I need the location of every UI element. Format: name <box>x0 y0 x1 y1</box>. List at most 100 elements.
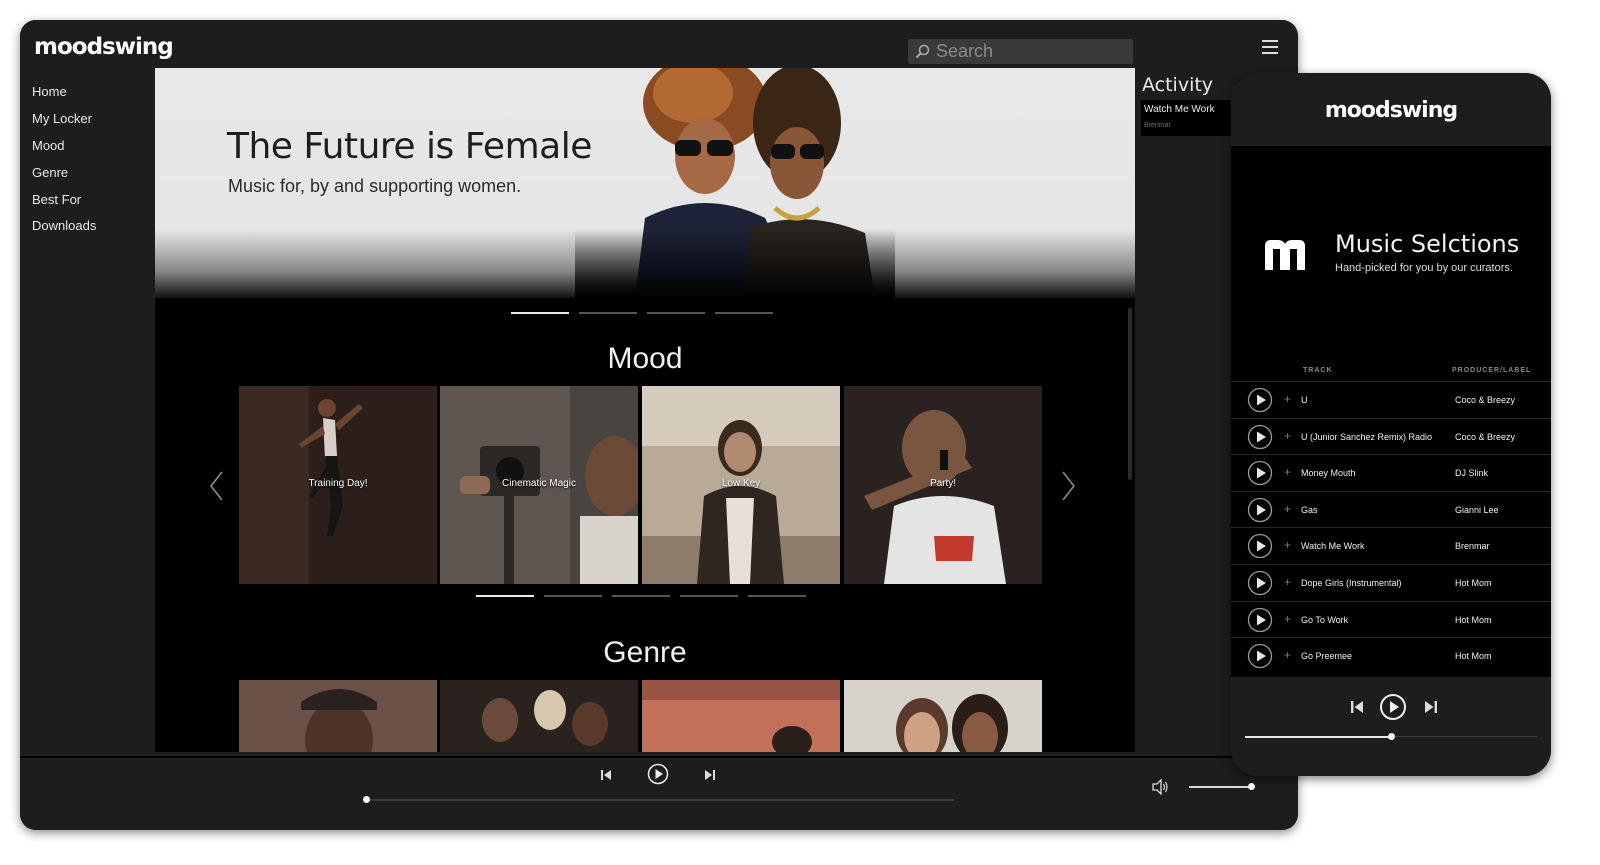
sidebar-item-best-for[interactable]: Best For <box>32 192 81 207</box>
play-track-icon[interactable] <box>1247 387 1273 413</box>
activity-item[interactable]: Watch Me Work Brenmar <box>1141 100 1235 136</box>
track-row[interactable]: + Dope Girls (Instrumental) Hot Mom <box>1231 564 1551 600</box>
track-name: Gas <box>1301 504 1318 515</box>
genre-tile-image <box>844 680 1042 752</box>
play-button-icon[interactable] <box>1379 693 1407 721</box>
add-track-icon[interactable]: + <box>1284 648 1291 662</box>
track-producer-label: Coco & Breezy <box>1455 431 1516 442</box>
track-name: Dope Girls (Instrumental) <box>1301 578 1402 588</box>
track-row[interactable]: + U (Junior Sanchez Remix) Radio Coco & Br… <box>1231 417 1551 454</box>
add-track-icon[interactable]: + <box>1284 429 1291 443</box>
mobile-logo[interactable]: moodswing <box>1231 98 1551 123</box>
play-button-icon[interactable] <box>647 763 669 785</box>
sidebar: Home My Locker Mood Genre Best For Downl… <box>20 68 155 752</box>
track-producer-label: Hot Mom <box>1455 651 1492 662</box>
track-name: Money Mouth <box>1301 468 1356 479</box>
mood-carousel-dot[interactable] <box>544 595 602 597</box>
add-track-icon[interactable]: + <box>1284 538 1291 552</box>
hero-carousel-dot[interactable] <box>647 312 705 314</box>
volume-icon[interactable] <box>1151 779 1169 795</box>
volume-slider[interactable] <box>1189 786 1251 788</box>
column-header-producer-label: PRODUCER/LABEL <box>1452 367 1532 374</box>
play-track-icon[interactable] <box>1247 424 1273 450</box>
previous-track-icon[interactable] <box>1350 700 1364 714</box>
play-track-icon[interactable] <box>1247 643 1273 669</box>
track-progress-handle[interactable] <box>363 796 370 803</box>
track-producer-label: DJ Slink <box>1455 468 1489 479</box>
track-producer-label: Hot Mom <box>1455 614 1492 625</box>
hero-photo <box>575 68 895 298</box>
track-row[interactable]: + Watch Me Work Brenmar <box>1231 527 1551 563</box>
sidebar-item-downloads[interactable]: Downloads <box>32 218 96 233</box>
menu-icon-line <box>1262 52 1278 54</box>
track-row[interactable]: + Go Preemee Hot Mom <box>1231 637 1551 673</box>
mood-tile-label: Training Day! <box>308 478 368 489</box>
column-header-track: TRACK <box>1303 367 1333 374</box>
add-track-icon[interactable]: + <box>1284 502 1291 516</box>
activity-track-name: Watch Me Work <box>1144 104 1215 115</box>
track-row[interactable]: + Go To Work Hot Mom <box>1231 600 1551 637</box>
track-name: Watch Me Work <box>1301 541 1365 552</box>
genre-tile[interactable] <box>642 680 840 752</box>
menu-icon[interactable] <box>1262 40 1280 56</box>
next-track-icon[interactable] <box>704 769 716 781</box>
genre-tile-image <box>239 680 437 752</box>
sidebar-item-genre[interactable]: Genre <box>32 165 68 180</box>
genre-section-title: Genre <box>603 636 687 669</box>
add-track-icon[interactable]: + <box>1284 465 1291 479</box>
hero-carousel-dot[interactable] <box>511 312 569 314</box>
mood-carousel-dot[interactable] <box>612 595 670 597</box>
sidebar-item-home[interactable]: Home <box>32 84 67 99</box>
add-track-icon[interactable]: + <box>1284 612 1291 626</box>
volume-slider-handle[interactable] <box>1248 783 1255 790</box>
genre-tile[interactable] <box>844 680 1042 752</box>
top-bar: moodswing <box>20 20 1298 68</box>
track-progress-bar[interactable] <box>366 799 954 801</box>
mood-section-title: Mood <box>607 342 683 375</box>
track-row[interactable]: + Gas Gianni Lee <box>1231 490 1551 527</box>
player-bar <box>20 756 1298 830</box>
hero-banner[interactable]: The Future is Female Music for, by and s… <box>155 68 1135 298</box>
search-icon <box>915 44 930 59</box>
hero-carousel-dot[interactable] <box>715 312 773 314</box>
add-track-icon[interactable]: + <box>1284 575 1291 589</box>
mood-carousel-dot[interactable] <box>476 595 534 597</box>
mood-tile-low-key[interactable]: Low Key <box>642 386 840 584</box>
track-row[interactable]: + Money Mouth DJ Slink <box>1231 454 1551 490</box>
genre-tile[interactable] <box>440 680 638 752</box>
moodswing-m-logo-icon <box>1265 240 1305 270</box>
selections-subtitle: Hand-picked for you by our curators. <box>1335 262 1513 274</box>
carousel-prev-arrow-icon[interactable] <box>207 469 227 503</box>
search-input[interactable] <box>936 39 1126 64</box>
play-track-icon[interactable] <box>1247 533 1273 559</box>
track-name: Go Preemee <box>1301 651 1353 662</box>
hero-carousel-dot[interactable] <box>579 312 637 314</box>
carousel-next-arrow-icon[interactable] <box>1058 469 1078 503</box>
mood-carousel-dot[interactable] <box>748 595 806 597</box>
mobile-device: moodswing Music Selctions Hand-picked fo… <box>1231 73 1551 776</box>
mood-tile-party[interactable]: Party! <box>844 386 1042 584</box>
mood-tile-training-day[interactable]: Training Day! <box>239 386 437 584</box>
genre-tile[interactable] <box>239 680 437 752</box>
previous-track-icon[interactable] <box>600 769 612 781</box>
play-track-icon[interactable] <box>1247 460 1273 486</box>
next-track-icon[interactable] <box>1424 700 1438 714</box>
search-box[interactable] <box>908 39 1133 64</box>
hero-title: The Future is Female <box>227 126 592 167</box>
mood-tile-label: Party! <box>929 478 957 489</box>
track-row[interactable]: + U Coco & Breezy <box>1231 381 1551 417</box>
logo[interactable]: moodswing <box>34 34 174 60</box>
play-track-icon[interactable] <box>1247 497 1273 523</box>
mood-carousel-dot[interactable] <box>680 595 738 597</box>
activity-title: Activity <box>1142 74 1214 96</box>
genre-tile-image <box>440 680 638 752</box>
sidebar-item-mood[interactable]: Mood <box>32 138 65 153</box>
track-producer-label: Hot Mom <box>1455 578 1492 588</box>
sidebar-item-my-locker[interactable]: My Locker <box>32 111 92 126</box>
mood-tile-cinematic-magic[interactable]: Cinematic Magic <box>440 386 638 584</box>
play-track-icon[interactable] <box>1247 570 1273 596</box>
play-track-icon[interactable] <box>1247 607 1273 633</box>
main-scrollbar[interactable] <box>1128 308 1132 480</box>
mobile-progress-handle[interactable] <box>1388 733 1395 740</box>
add-track-icon[interactable]: + <box>1284 392 1291 406</box>
